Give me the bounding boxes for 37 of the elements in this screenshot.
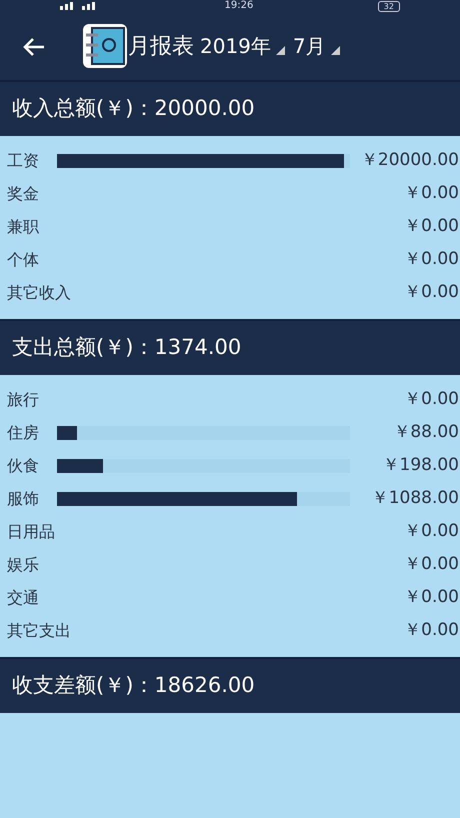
amount-value: ￥198.00 xyxy=(382,454,460,477)
amount-value: ￥1088.00 xyxy=(370,486,460,510)
category-label: 工资 xyxy=(7,150,40,172)
category-label: 个体 xyxy=(7,248,40,270)
section-total: 支出总额(￥)：1374.00 xyxy=(0,319,460,375)
caret-icon xyxy=(330,46,340,55)
amount-value: ￥0.00 xyxy=(403,388,460,411)
battery-level: 32 xyxy=(378,0,400,12)
amount-value: ￥20000.00 xyxy=(360,148,460,172)
notebook-logo-icon xyxy=(82,23,128,69)
page-title: 月报表 xyxy=(128,32,194,60)
amount-value: ￥0.00 xyxy=(403,552,460,576)
status-time: 19:26 xyxy=(224,0,254,12)
amount-value: ￥0.00 xyxy=(403,618,460,642)
amount-value: ￥0.00 xyxy=(403,214,460,238)
category-label: 其它支出 xyxy=(7,620,71,642)
amount-value: ￥0.00 xyxy=(403,182,460,205)
amount-value: ￥0.00 xyxy=(403,280,460,304)
category-label: 交通 xyxy=(7,586,40,608)
amount-value: ￥0.00 xyxy=(403,520,460,543)
category-label: 旅行 xyxy=(7,388,40,410)
category-label: 住房 xyxy=(7,422,40,444)
category-label: 伙食 xyxy=(7,454,40,476)
caret-icon xyxy=(276,46,285,55)
section-total: 收支差额(￥)：18626.00 xyxy=(0,657,460,713)
category-label: 日用品 xyxy=(7,520,56,542)
category-label: 奖金 xyxy=(7,182,40,204)
date-dropdown[interactable]: 2019年 xyxy=(194,31,287,61)
amount-value: ￥0.00 xyxy=(403,248,460,271)
category-label: 娱乐 xyxy=(7,554,40,576)
category-label: 兼职 xyxy=(7,216,40,238)
amount-value: ￥88.00 xyxy=(392,420,460,444)
section-total: 收入总额(￥)：20000.00 xyxy=(0,80,460,136)
amount-value: ￥0.00 xyxy=(403,586,460,609)
category-label: 其它收入 xyxy=(7,282,71,304)
category-label: 服饰 xyxy=(7,488,40,510)
date-dropdown[interactable]: 7月 xyxy=(286,31,342,61)
